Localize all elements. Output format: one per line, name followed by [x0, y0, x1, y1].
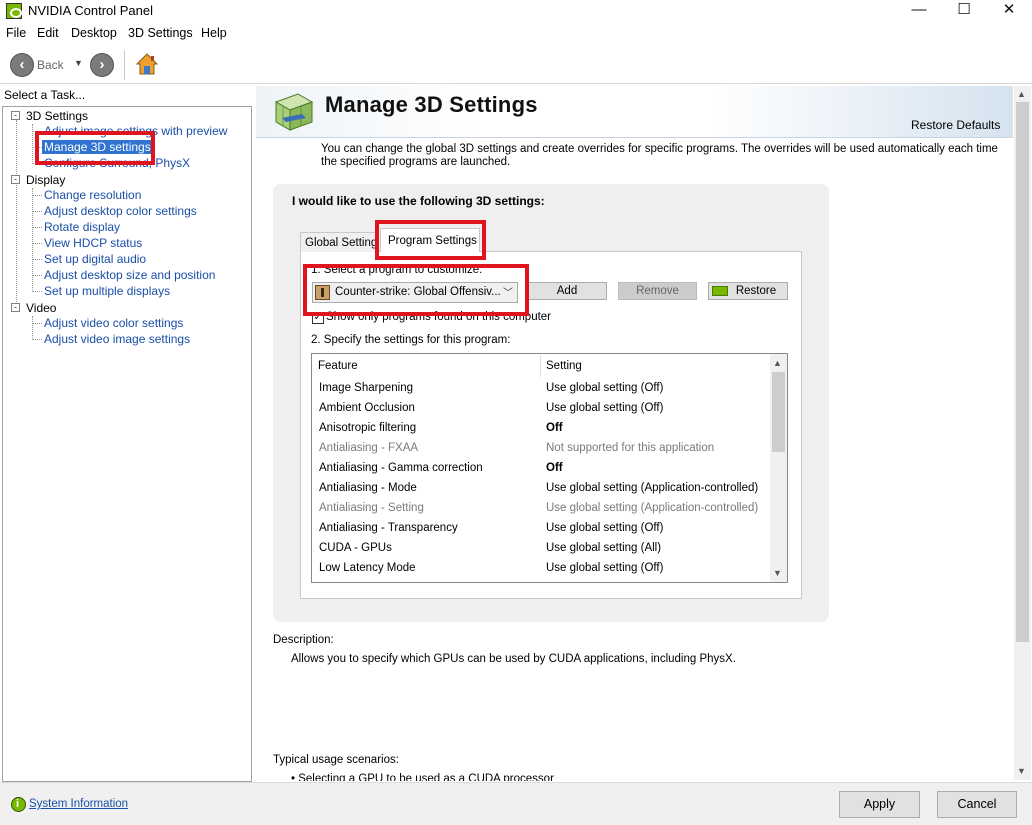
tree-line: [33, 259, 42, 260]
scroll-up-icon[interactable]: ▲: [773, 358, 782, 368]
setting-value[interactable]: Use global setting (Off): [546, 562, 663, 574]
task-view-hdcp-status[interactable]: View HDCP status: [44, 236, 142, 250]
setting-value[interactable]: Use global setting (Off): [546, 382, 663, 394]
tree-line: [32, 188, 33, 292]
forward-arrow-icon[interactable]: ›: [90, 53, 114, 77]
task-adjust-desktop-size[interactable]: Adjust desktop size and position: [44, 268, 215, 282]
toolbar-divider: [124, 50, 125, 80]
tree-line: [33, 211, 42, 212]
setting-value[interactable]: Use global setting (Off): [546, 522, 663, 534]
close-button[interactable]: ✕: [986, 0, 1032, 22]
apply-button[interactable]: Apply: [839, 791, 920, 818]
page-title: Manage 3D Settings: [325, 92, 538, 117]
task-set-up-multiple-displays[interactable]: Set up multiple displays: [44, 284, 170, 298]
collapse-icon[interactable]: -: [11, 175, 20, 184]
info-icon[interactable]: [11, 797, 26, 812]
feature-antialiasing-gamma[interactable]: Antialiasing - Gamma correction: [319, 462, 483, 474]
back-button-label[interactable]: Back: [37, 58, 64, 72]
intro-text: You can change the global 3D settings an…: [321, 143, 998, 168]
tree-line: [33, 195, 42, 196]
setting-value: Not supported for this application: [546, 442, 715, 454]
tree-category-3d-settings[interactable]: 3D Settings: [26, 109, 88, 123]
tree-line: [16, 120, 17, 310]
tree-line: [33, 291, 42, 292]
add-button[interactable]: Add: [527, 282, 607, 300]
task-set-up-digital-audio[interactable]: Set up digital audio: [44, 252, 146, 266]
highlight-box-manage-3d: [35, 131, 155, 165]
menu-3d-settings[interactable]: 3D Settings: [128, 26, 193, 40]
usage-label: Typical usage scenarios:: [273, 754, 399, 766]
nvidia-logo-icon: [712, 286, 728, 296]
window-title: NVIDIA Control Panel: [28, 3, 154, 18]
remove-button[interactable]: Remove: [618, 282, 697, 300]
description-text: Allows you to specify which GPUs can be …: [291, 653, 736, 665]
tree-category-video[interactable]: Video: [26, 301, 56, 315]
restore-defaults-link[interactable]: Restore Defaults: [911, 118, 1000, 132]
task-pane-label: Select a Task...: [4, 88, 86, 102]
setting-value[interactable]: Off: [546, 462, 563, 474]
step2-label: 2. Specify the settings for this program…: [311, 334, 511, 346]
feature-low-latency-mode[interactable]: Low Latency Mode: [319, 562, 416, 574]
column-divider[interactable]: [540, 355, 541, 377]
scroll-up-icon[interactable]: ▲: [1017, 89, 1026, 99]
menu-edit[interactable]: Edit: [37, 26, 59, 40]
tree-line: [33, 243, 42, 244]
task-change-resolution[interactable]: Change resolution: [44, 188, 141, 202]
menu-help[interactable]: Help: [201, 26, 227, 40]
highlight-box-program-tab: [375, 220, 486, 260]
tree-line: [33, 323, 42, 324]
tree-category-display[interactable]: Display: [26, 173, 65, 187]
highlight-box-program-select: [303, 264, 529, 316]
chevron-down-icon[interactable]: ▼: [74, 58, 83, 68]
setting-value: Use global setting (Application-controll…: [546, 502, 759, 514]
column-header-setting[interactable]: Setting: [546, 360, 582, 372]
settings-heading: I would like to use the following 3D set…: [292, 194, 545, 208]
tree-line: [32, 316, 33, 340]
task-adjust-desktop-color[interactable]: Adjust desktop color settings: [44, 204, 197, 218]
feature-antialiasing-setting: Antialiasing - Setting: [319, 502, 424, 514]
setting-value[interactable]: Off: [546, 422, 563, 434]
menu-desktop[interactable]: Desktop: [71, 26, 117, 40]
task-rotate-display[interactable]: Rotate display: [44, 220, 120, 234]
column-header-feature[interactable]: Feature: [318, 360, 358, 372]
setting-value[interactable]: Use global setting (Off): [546, 402, 663, 414]
feature-antialiasing-mode[interactable]: Antialiasing - Mode: [319, 482, 417, 494]
3d-cube-icon: [274, 93, 314, 131]
back-arrow-icon[interactable]: ‹: [10, 53, 34, 77]
nvidia-app-icon: [6, 3, 22, 19]
tab-global-settings[interactable]: Global Settings: [300, 232, 378, 252]
setting-value[interactable]: Use global setting (Application-controll…: [546, 482, 758, 494]
task-adjust-video-color[interactable]: Adjust video color settings: [44, 316, 183, 330]
usage-item: • Selecting a GPU to be used as a CUDA p…: [291, 773, 554, 781]
feature-antialiasing-fxaa: Antialiasing - FXAA: [319, 442, 419, 454]
system-information-link[interactable]: System Information: [29, 798, 128, 810]
description-label: Description:: [273, 634, 334, 646]
feature-anisotropic-filtering[interactable]: Anisotropic filtering: [319, 422, 416, 434]
menu-file[interactable]: File: [6, 26, 26, 40]
setting-value[interactable]: Use global setting (All): [546, 542, 661, 554]
tree-line: [32, 124, 33, 164]
feature-cuda-gpus[interactable]: CUDA - GPUs: [319, 542, 392, 554]
tree-line: [33, 227, 42, 228]
page-scroll-thumb[interactable]: [1016, 102, 1029, 642]
minimize-button[interactable]: —: [896, 0, 942, 22]
collapse-icon[interactable]: -: [11, 111, 20, 120]
title-bar: [0, 0, 1032, 22]
home-icon[interactable]: [135, 52, 159, 76]
tree-line: [33, 339, 42, 340]
maximize-button[interactable]: ☐: [941, 0, 987, 22]
feature-antialiasing-transparency[interactable]: Antialiasing - Transparency: [319, 522, 458, 534]
task-adjust-video-image[interactable]: Adjust video image settings: [44, 332, 190, 346]
scroll-down-icon[interactable]: ▼: [1017, 766, 1026, 776]
scroll-down-icon[interactable]: ▼: [773, 568, 782, 578]
tree-line: [33, 275, 42, 276]
feature-image-sharpening[interactable]: Image Sharpening: [319, 382, 413, 394]
feature-ambient-occlusion[interactable]: Ambient Occlusion: [319, 402, 415, 414]
collapse-icon[interactable]: -: [11, 303, 20, 312]
list-scroll-thumb[interactable]: [772, 372, 785, 452]
cancel-button[interactable]: Cancel: [937, 791, 1017, 818]
